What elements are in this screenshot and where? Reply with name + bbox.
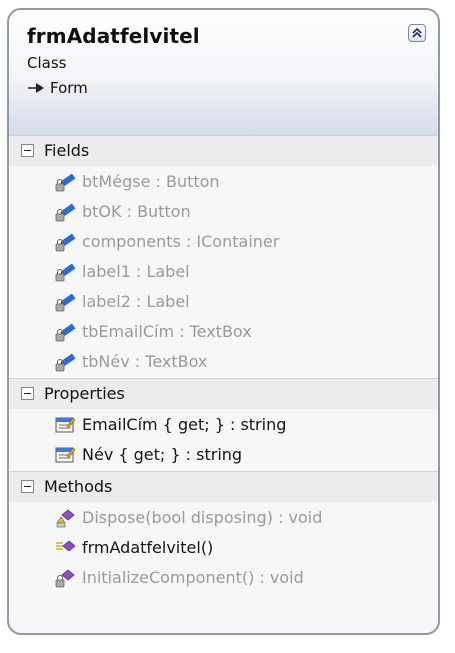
field-text: btMégse : Button (82, 172, 220, 191)
field-item[interactable]: btMégse : Button (9, 168, 438, 198)
fields-section-header[interactable]: Fields (9, 135, 438, 166)
private-field-icon (55, 203, 76, 222)
field-text: label2 : Label (82, 292, 190, 311)
properties-collapse-toggle[interactable] (21, 387, 34, 400)
field-item[interactable]: components : IContainer (9, 228, 438, 258)
method-text: InitializeComponent() : void (82, 568, 304, 587)
properties-section-header[interactable]: Properties (9, 378, 438, 409)
fields-collapse-toggle[interactable] (21, 144, 34, 157)
field-text: tbNév : TextBox (82, 352, 208, 371)
method-item[interactable]: InitializeComponent() : void (9, 564, 438, 594)
property-text: Név { get; } : string (82, 445, 243, 464)
protected-method-icon (56, 509, 75, 528)
field-item[interactable]: label1 : Label (9, 258, 438, 288)
class-stereotype: Class (27, 54, 67, 72)
property-item[interactable]: Név { get; } : string (9, 441, 438, 471)
class-name: frmAdatfelvitel (27, 24, 200, 48)
property-icon (55, 447, 76, 463)
properties-section-label: Properties (44, 384, 125, 403)
private-field-icon (55, 263, 76, 282)
property-icon (55, 417, 76, 433)
field-text: tbEmailCím : TextBox (82, 322, 252, 341)
double-chevron-up-icon (412, 27, 422, 38)
class-header: frmAdatfelvitel Class Form (9, 10, 438, 135)
field-text: components : IContainer (82, 232, 280, 251)
field-item[interactable]: tbNév : TextBox (9, 348, 438, 378)
field-item[interactable]: btOK : Button (9, 198, 438, 228)
inheritance-arrow-icon (28, 83, 44, 93)
field-text: label1 : Label (82, 262, 190, 281)
public-method-icon (56, 540, 76, 552)
collapse-button[interactable] (408, 24, 426, 42)
method-item[interactable]: Dispose(bool disposing) : void (9, 504, 438, 534)
private-method-icon (55, 569, 75, 588)
base-class: Form (27, 79, 88, 97)
property-text: EmailCím { get; } : string (82, 415, 287, 434)
methods-section-label: Methods (44, 477, 113, 496)
method-text: frmAdatfelvitel() (82, 538, 214, 557)
field-text: btOK : Button (82, 202, 191, 221)
fields-section-label: Fields (44, 141, 90, 160)
private-field-icon (55, 293, 76, 312)
private-field-icon (55, 233, 76, 252)
field-item[interactable]: tbEmailCím : TextBox (9, 318, 438, 348)
private-field-icon (55, 323, 76, 342)
field-item[interactable]: label2 : Label (9, 288, 438, 318)
methods-section-header[interactable]: Methods (9, 471, 438, 502)
property-item[interactable]: EmailCím { get; } : string (9, 411, 438, 441)
private-field-icon (55, 353, 76, 372)
private-field-icon (55, 173, 76, 192)
method-text: Dispose(bool disposing) : void (82, 508, 323, 527)
base-class-label: Form (50, 79, 88, 97)
method-item[interactable]: frmAdatfelvitel() (9, 534, 438, 564)
class-shape[interactable]: frmAdatfelvitel Class Form Fields btMégs… (7, 8, 440, 635)
methods-collapse-toggle[interactable] (21, 480, 34, 493)
